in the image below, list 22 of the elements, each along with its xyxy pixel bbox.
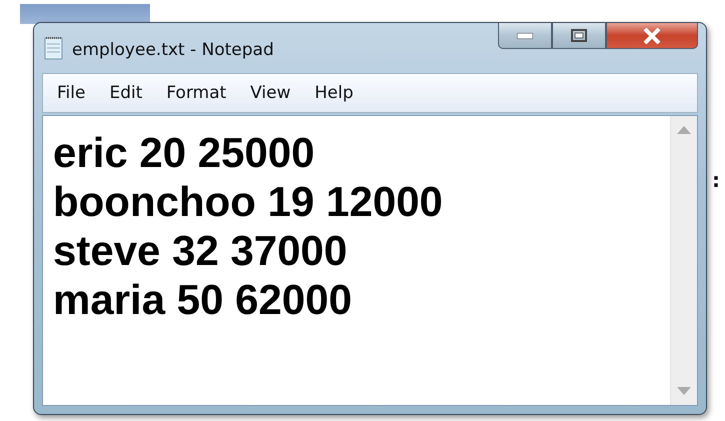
text-line: boonchoo 19 12000: [53, 177, 444, 226]
menu-item[interactable]: View: [250, 83, 303, 103]
background-text: :: [712, 168, 720, 192]
maximize-icon: [571, 29, 587, 42]
scroll-down-icon: [677, 387, 691, 395]
close-icon: [643, 28, 661, 44]
minimize-icon: [517, 32, 533, 38]
maximize-button[interactable]: [552, 23, 606, 49]
text-line: eric 20 25000: [53, 128, 316, 177]
scroll-up-icon: [677, 126, 691, 134]
menu-item[interactable]: Edit: [109, 83, 154, 103]
text-line: steve 32 37000: [53, 226, 348, 275]
notepad-icon: [44, 36, 64, 60]
text-line: maria 50 62000: [53, 275, 353, 324]
menu-item[interactable]: Format: [166, 83, 238, 103]
window-title: employee.txt - Notepad: [72, 40, 274, 60]
scrollbar[interactable]: [670, 116, 697, 405]
close-button[interactable]: [606, 23, 698, 49]
minimize-button[interactable]: [498, 23, 552, 49]
text-area[interactable]: eric 20 25000 boonchoo 19 12000 steve 32 37000 maria 50 62000: [42, 115, 698, 406]
menu-item[interactable]: Help: [314, 83, 366, 103]
menu-item[interactable]: File: [57, 83, 98, 103]
